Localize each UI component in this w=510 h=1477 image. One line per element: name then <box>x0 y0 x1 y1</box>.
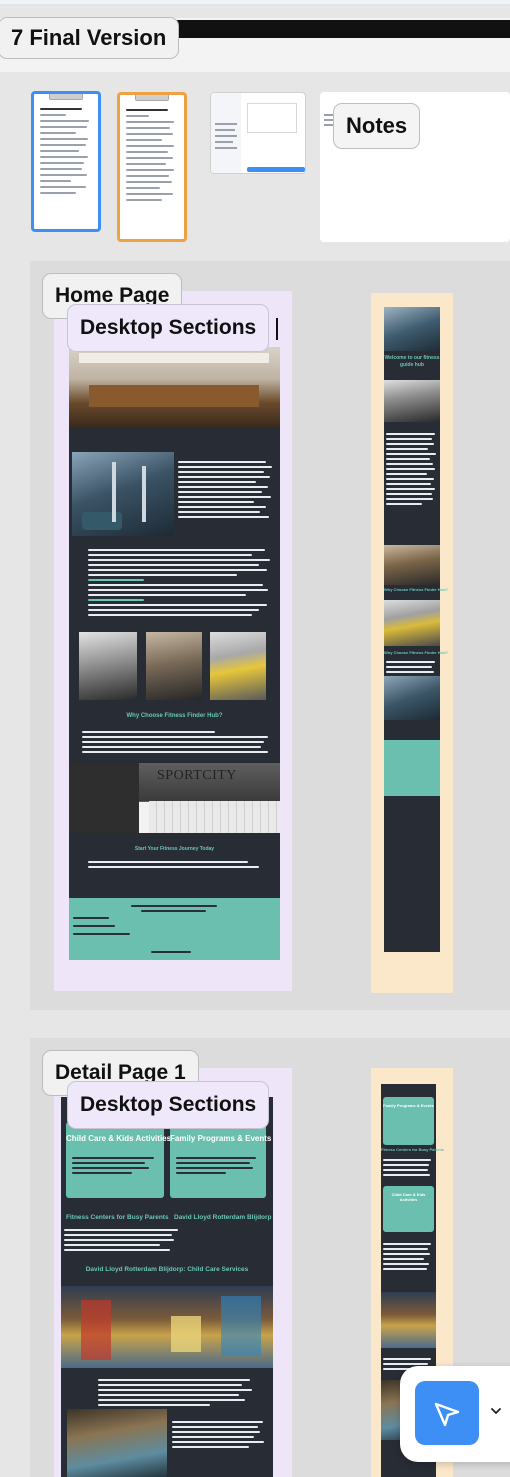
childcare-services-heading: David Lloyd Rotterdam Blijdorp: Child Ca… <box>85 1266 249 1273</box>
sportcity-photo: SPORTCITY <box>69 763 280 833</box>
mobile-photo-4 <box>384 676 440 720</box>
gym-photo-3 <box>210 632 266 700</box>
mobile-footer <box>384 740 440 796</box>
mobile-detail-text <box>383 1240 434 1273</box>
intro-text-block <box>178 458 276 521</box>
why-choose-heading: Why Choose Fitness Finder Hub? <box>126 713 223 719</box>
mobile-family-card-title: Family Programs & Events <box>383 1103 434 1108</box>
detail-desktop-sections-label[interactable]: Desktop Sections <box>67 1081 270 1129</box>
mobile-busy-parents-heading: Fitness Centers for Busy Parents <box>381 1147 445 1152</box>
cursor-tool-button[interactable] <box>415 1381 479 1445</box>
family-programs-card[interactable]: Family Programs & Events <box>170 1122 272 1198</box>
mobile-photo-2 <box>384 545 440 585</box>
family-programs-card-title: Family Programs & Events <box>170 1134 272 1143</box>
mobile-busy-text <box>383 1156 434 1179</box>
mobile-photo-3 <box>384 600 440 646</box>
why-choose-text <box>82 728 272 756</box>
start-journey-text <box>88 858 262 871</box>
mobile-childcare-card[interactable]: Child Care & Kids Activities <box>383 1186 434 1232</box>
task-card-orange[interactable] <box>117 92 187 242</box>
busy-parents-text <box>64 1226 184 1254</box>
mobile-why-heading-2: Why Choose Fitness Finder Hub? <box>384 650 449 655</box>
design-canvas[interactable]: 7 Final Version Notes Why Choose Fitness… <box>0 0 510 1477</box>
gym-interior-photo <box>72 452 174 536</box>
sportcity-sign: SPORTCITY <box>157 768 237 783</box>
childcare-card-title: Child Care & Kids Activities <box>66 1134 172 1143</box>
frame-title-label[interactable]: 7 Final Version <box>0 17 180 59</box>
tool-options-toggle[interactable] <box>489 1404 503 1418</box>
childcare-text <box>98 1376 258 1409</box>
childcare-card[interactable]: Child Care & Kids Activities <box>66 1122 172 1198</box>
mobile-hero-photo <box>384 307 440 351</box>
hero-gym-photo <box>69 347 280 427</box>
task-card-blue[interactable] <box>31 91 101 232</box>
play-area-photo <box>61 1286 273 1368</box>
mobile-welcome-heading: Welcome to our fitness guide hub <box>384 355 440 368</box>
mobile-play-photo <box>381 1292 436 1348</box>
settings-screenshot-thumb[interactable] <box>210 92 306 174</box>
top-toolbar-strip <box>0 0 510 5</box>
notes-label[interactable]: Notes <box>333 103 421 149</box>
mobile-text-2 <box>386 658 438 676</box>
mobile-why-heading: Why Choose Fitness Finder Hub? <box>384 587 449 592</box>
about-text-block <box>88 546 274 619</box>
cursor-arrow-icon <box>434 1402 460 1427</box>
frame-header-bar <box>170 20 510 38</box>
gym-photo-2 <box>146 632 202 700</box>
mobile-childcare-card-title: Child Care & Kids Activities <box>391 1192 426 1202</box>
home-desktop-sections-label[interactable]: Desktop Sections <box>67 304 270 352</box>
chevron-down-icon <box>491 1408 501 1414</box>
gym-photo-1 <box>79 632 137 700</box>
pool-photo <box>67 1409 167 1477</box>
start-journey-heading: Start Your Fitness Journey Today <box>134 846 215 852</box>
mobile-family-card[interactable]: Family Programs & Events <box>383 1097 434 1145</box>
mobile-photo-1 <box>384 380 440 422</box>
busy-parents-heading: Fitness Centers for Busy Parents <box>66 1214 169 1221</box>
text-caret <box>276 318 278 340</box>
home-footer <box>69 898 280 960</box>
david-lloyd-heading: David Lloyd Rotterdam Blijdorp <box>174 1214 272 1221</box>
mobile-text-1 <box>386 430 438 508</box>
pool-text <box>172 1418 268 1451</box>
